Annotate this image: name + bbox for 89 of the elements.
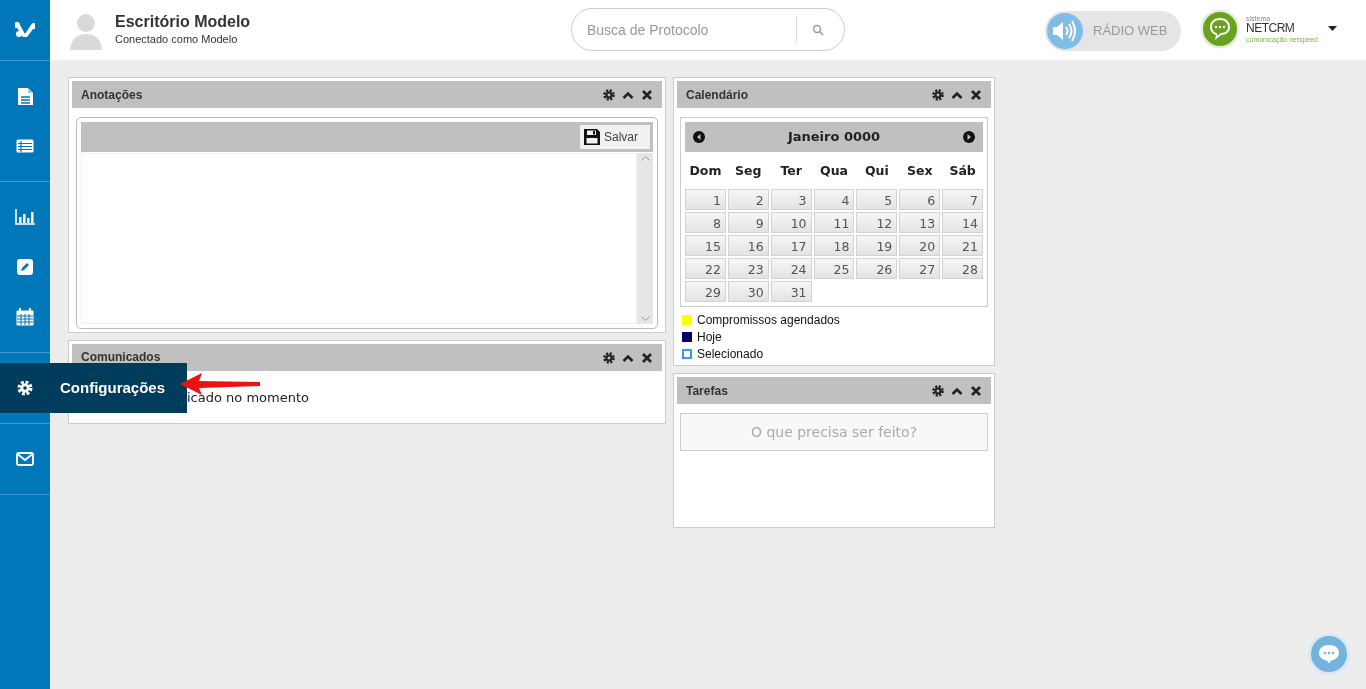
settings-menu-item[interactable]: Configurações (0, 363, 187, 413)
panel-title: Anotações (81, 86, 144, 104)
legend-label: Hoje (697, 328, 722, 346)
day-cell[interactable]: 16 (727, 235, 769, 256)
legend-label: Compromissos agendados (697, 311, 840, 329)
day-cell[interactable]: 2 (727, 189, 769, 210)
settings-button[interactable] (932, 88, 944, 101)
day-cell[interactable]: 24 (770, 258, 812, 279)
day-cell[interactable]: 27 (899, 258, 941, 279)
speech-bubble-icon (1200, 9, 1240, 49)
day-cell[interactable]: 17 (770, 235, 812, 256)
bar-chart-icon[interactable] (15, 209, 35, 225)
day-cell[interactable]: 7 (942, 189, 983, 210)
document-icon[interactable] (17, 86, 33, 106)
settings-button[interactable] (603, 351, 615, 364)
day-cell[interactable]: 23 (727, 258, 769, 279)
day-cell[interactable]: 20 (899, 235, 941, 256)
panel-title: Tarefas (686, 382, 729, 400)
close-icon (970, 384, 982, 397)
chat-bubble-icon (1318, 644, 1340, 664)
weekday-label: Sáb (948, 162, 977, 180)
close-button[interactable] (641, 351, 653, 364)
day-cell[interactable]: 15 (685, 235, 726, 256)
day-cell[interactable]: 3 (770, 189, 812, 210)
settings-icon (603, 351, 615, 364)
panel-title: Comunicados (81, 349, 162, 366)
caret-icon[interactable] (1328, 26, 1337, 31)
next-icon[interactable] (963, 131, 975, 143)
pencil-square-icon[interactable] (17, 259, 33, 275)
settings-icon (603, 88, 615, 101)
calendar-icon[interactable] (16, 308, 34, 326)
close-button[interactable] (970, 88, 982, 101)
save-button[interactable]: Salvar (580, 125, 650, 149)
day-cell[interactable]: 8 (685, 212, 726, 233)
day-cell[interactable]: 14 (942, 212, 983, 233)
day-cell[interactable]: 25 (813, 258, 855, 279)
day-cell[interactable]: 6 (899, 189, 941, 210)
settings-icon (17, 380, 33, 396)
speaker-icon (1047, 13, 1083, 49)
logo-icon[interactable] (15, 22, 35, 38)
close-icon (970, 88, 982, 101)
brand-name: NETCRM (1246, 22, 1296, 36)
settings-button[interactable] (603, 88, 615, 101)
day-cell[interactable]: 5 (856, 189, 898, 210)
day-cell[interactable]: 4 (813, 189, 855, 210)
day-cell[interactable]: 26 (856, 258, 898, 279)
settings-button[interactable] (932, 384, 944, 397)
previous-icon[interactable] (693, 131, 705, 143)
day-cell[interactable]: 28 (942, 258, 983, 279)
list-icon[interactable] (16, 139, 34, 153)
day-cell[interactable]: 1 (685, 189, 726, 210)
chevron-down-icon (640, 316, 650, 321)
weekday-label: Seg (734, 162, 763, 180)
settings-icon (932, 88, 944, 101)
menu-label: Configurações (60, 377, 165, 398)
day-cell[interactable]: 9 (727, 212, 769, 233)
day-cell[interactable]: 21 (942, 235, 983, 256)
connection-status: Conectado como Modelo (115, 31, 239, 47)
mail-icon[interactable] (16, 452, 34, 466)
search-icon[interactable] (812, 24, 824, 36)
weekday-label: Qua (819, 162, 849, 180)
weekday-label: Ter (779, 162, 803, 180)
day-cell[interactable]: 13 (899, 212, 941, 233)
month-title: Janeiro 0000 (787, 128, 881, 147)
day-cell[interactable]: 30 (727, 281, 769, 302)
day-cell[interactable]: 12 (856, 212, 898, 233)
day-cell[interactable]: 19 (856, 235, 898, 256)
task-input[interactable]: O que precisa ser feito? (680, 413, 988, 451)
chevron-up-icon (640, 156, 650, 161)
search-field[interactable]: Busca de Protocolo (571, 8, 845, 51)
scrollbar[interactable] (637, 153, 653, 324)
day-cell[interactable]: 22 (685, 258, 726, 279)
legend-label: Selecionado (697, 345, 764, 363)
day-cell[interactable]: 10 (770, 212, 812, 233)
close-button[interactable] (970, 384, 982, 397)
day-cell[interactable]: 11 (813, 212, 855, 233)
page-title: Escritório Modelo (115, 12, 251, 31)
settings-icon (932, 384, 944, 397)
day-cell[interactable]: 18 (813, 235, 855, 256)
close-icon (641, 88, 653, 101)
panel-title: Calendário (686, 86, 749, 104)
empty-message: icado no momento (187, 390, 309, 405)
day-cell[interactable]: 31 (770, 281, 812, 302)
close-button[interactable] (641, 88, 653, 101)
weekday-label: Sex (905, 162, 934, 180)
weekday-label: Dom (688, 162, 723, 180)
weekday-label: Qui (863, 162, 890, 180)
close-icon (641, 351, 653, 364)
day-cell[interactable]: 29 (685, 281, 726, 302)
